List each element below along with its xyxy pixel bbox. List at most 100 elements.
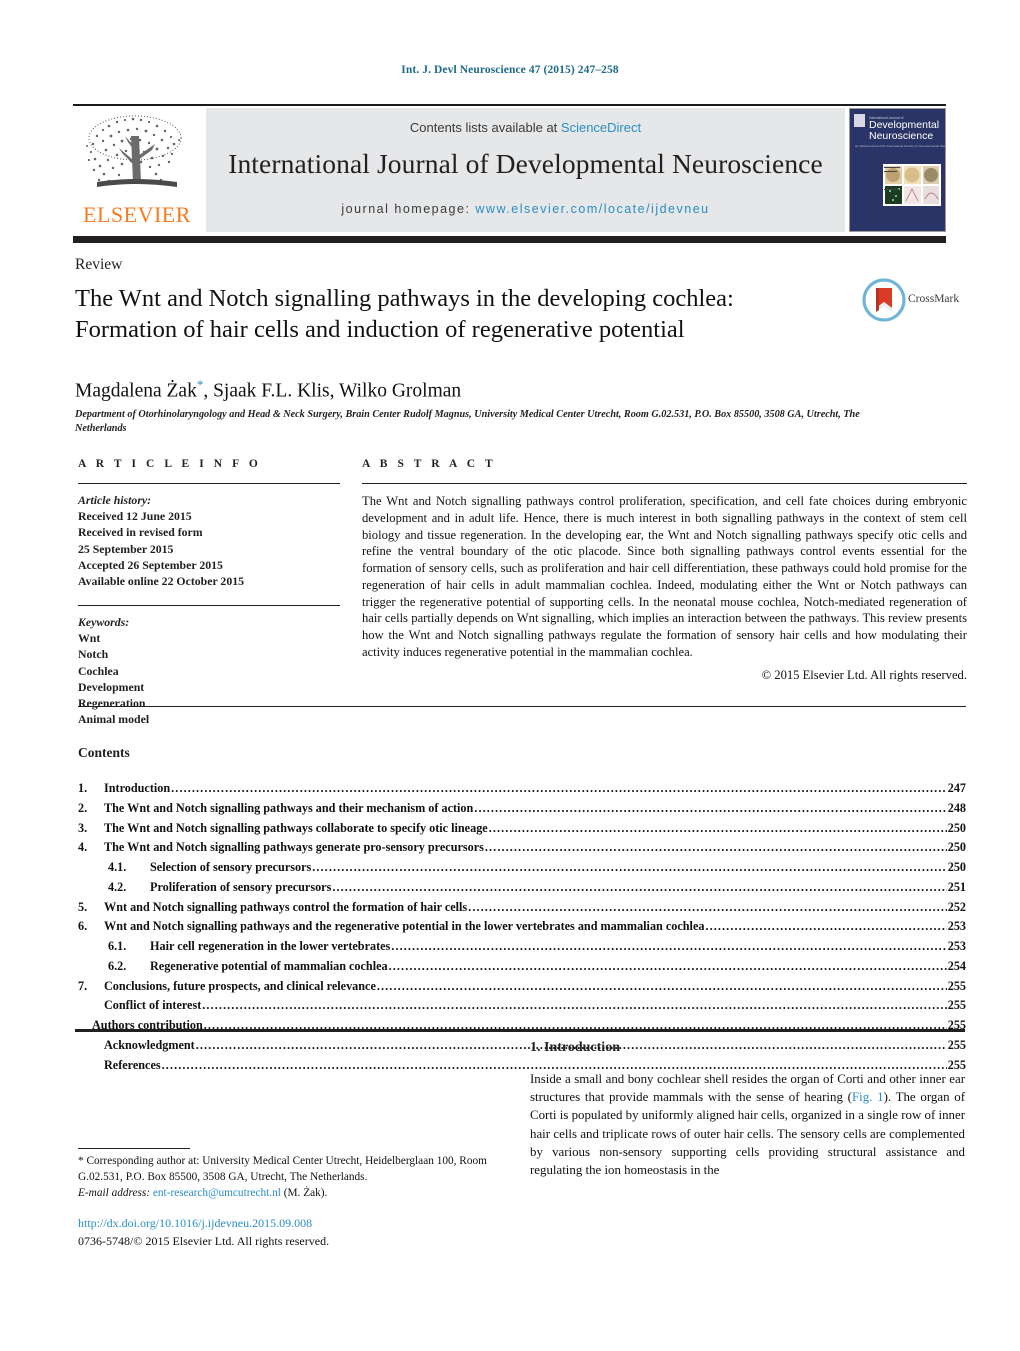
introduction-paragraph: Inside a small and bony cochlear shell r… xyxy=(530,1070,965,1179)
abstract-rule xyxy=(362,483,967,485)
toc-label: The Wnt and Notch signalling pathways co… xyxy=(104,820,488,835)
contents-available-line: Contents lists available at ScienceDirec… xyxy=(206,120,845,135)
toc-page: 251 xyxy=(947,879,966,894)
footnote-rule xyxy=(78,1148,190,1150)
title-line-2: Formation of hair cells and induction of… xyxy=(75,316,685,344)
article-history-label: Article history: xyxy=(78,493,152,508)
toc-page: 247 xyxy=(947,781,966,795)
toc-entry[interactable]: Acknowledgment .........................… xyxy=(78,1036,966,1056)
contents-prefix: Contents lists available at xyxy=(409,120,561,135)
toc-number: 4.2. xyxy=(108,879,127,894)
toc-label: Regenerative potential of mammalian coch… xyxy=(150,958,388,973)
article-type: Review xyxy=(75,256,123,273)
toc-entry[interactable]: 6.1. Hair cell regeneration in the lower… xyxy=(78,937,966,957)
abstract-heading: A B S T R A C T xyxy=(362,458,497,470)
email-link[interactable]: ent-research@umcutrecht.nl xyxy=(153,1187,281,1199)
toc-entry[interactable]: 4.1. Selection of sensory precursors ...… xyxy=(78,858,966,878)
toc-number: 7. xyxy=(78,978,88,993)
toc-leader: ........................................… xyxy=(484,840,947,855)
toc-page: 250 xyxy=(947,840,966,855)
running-head: Int. J. Devl Neuroscience 47 (2015) 247–… xyxy=(401,64,619,76)
toc-page: 254 xyxy=(947,958,966,973)
paper-first-page: Int. J. Devl Neuroscience 47 (2015) 247–… xyxy=(0,0,1020,1351)
toc-entry[interactable]: Conflict of interest ...................… xyxy=(78,996,966,1016)
svg-text:Neuroscience: Neuroscience xyxy=(869,130,933,142)
toc-page: 253 xyxy=(947,939,966,954)
toc-leader: ........................................… xyxy=(332,879,947,894)
toc-label: Authors contribution xyxy=(92,1018,203,1033)
toc-entry[interactable]: 5. Wnt and Notch signalling pathways con… xyxy=(78,898,966,918)
toc-leader: ........................................… xyxy=(202,998,947,1013)
toc-label: Selection of sensory precursors xyxy=(150,860,312,875)
toc-entry[interactable]: 3. The Wnt and Notch signalling pathways… xyxy=(78,819,966,839)
title-line-1: The Wnt and Notch signalling pathways in… xyxy=(75,285,734,312)
keyword-item: Regeneration xyxy=(78,695,146,710)
toc-label: Conclusions, future prospects, and clini… xyxy=(104,978,376,993)
keywords-block: Keywords: Wnt Notch Cochlea Development … xyxy=(78,614,340,727)
history-item: Received in revised form xyxy=(78,525,203,540)
toc-label: The Wnt and Notch signalling pathways an… xyxy=(104,800,474,815)
toc-label: Wnt and Notch signalling pathways contro… xyxy=(104,899,468,914)
toc-entry[interactable]: 6.2. Regenerative potential of mammalian… xyxy=(78,957,966,977)
keywords-rule xyxy=(78,605,340,607)
toc-page: 255 xyxy=(947,978,966,993)
toc-entry[interactable]: 1. Introduction ........................… xyxy=(78,779,966,799)
toc-entry[interactable]: 4. The Wnt and Notch signalling pathways… xyxy=(78,838,966,858)
doi-link[interactable]: http://dx.doi.org/10.1016/j.ijdevneu.201… xyxy=(78,1215,530,1233)
crossmark-badge[interactable]: CrossMark xyxy=(862,278,966,328)
article-info-heading: A R T I C L E I N F O xyxy=(78,458,262,470)
toc-entry[interactable]: 2. The Wnt and Notch signalling pathways… xyxy=(78,799,966,819)
toc-number: 3. xyxy=(78,820,88,835)
crossmark-icon xyxy=(862,278,906,322)
page-title: The Wnt and Notch signalling pathways in… xyxy=(75,283,835,346)
svg-text:an official journal of the Int: an official journal of the International… xyxy=(855,144,945,148)
toc-page: 252 xyxy=(947,899,966,914)
article-history: Article history: Received 12 June 2015 R… xyxy=(78,492,340,589)
toc-leader: ........................................… xyxy=(388,958,947,973)
abstract-copyright: © 2015 Elsevier Ltd. All rights reserved… xyxy=(761,668,967,683)
toc-label: Proliferation of sensory precursors xyxy=(150,879,332,894)
keyword-item: Notch xyxy=(78,647,109,662)
toc-label: Conflict of interest xyxy=(104,998,202,1013)
toc-label: Wnt and Notch signalling pathways and th… xyxy=(104,919,705,934)
toc-number: 6.1. xyxy=(108,939,127,954)
toc-label: Hair cell regeneration in the lower vert… xyxy=(150,939,391,954)
sciencedirect-link[interactable]: ScienceDirect xyxy=(561,120,641,135)
keywords-label: Keywords: xyxy=(78,615,130,630)
journal-cover-thumbnail: International Journal of Developmental N… xyxy=(849,108,946,232)
toc-entry[interactable]: 7. Conclusions, future prospects, and cl… xyxy=(78,977,966,997)
toc-leader: ........................................… xyxy=(391,939,947,954)
toc-page: 250 xyxy=(947,860,966,875)
figure-link[interactable]: Fig. 1 xyxy=(852,1090,884,1104)
keyword-item: Wnt xyxy=(78,631,101,646)
journal-title: International Journal of Developmental N… xyxy=(228,148,823,179)
article-info-rule xyxy=(78,483,340,485)
toc-leader: ........................................… xyxy=(312,860,947,875)
toc-page: 250 xyxy=(947,820,966,835)
history-item: Accepted 26 September 2015 xyxy=(78,557,223,572)
doi-block: http://dx.doi.org/10.1016/j.ijdevneu.201… xyxy=(78,1215,530,1251)
footnote-text: Corresponding author at: University Medi… xyxy=(78,1155,487,1183)
corresponding-author-footnote: * Corresponding author at: University Me… xyxy=(78,1154,530,1201)
author-first: Magdalena Żak xyxy=(75,380,197,402)
author-affiliation: Department of Otorhinolaryngology and He… xyxy=(75,409,860,435)
toc-number: 6.2. xyxy=(108,958,127,973)
abstract-bottom-rule xyxy=(78,706,966,708)
homepage-prefix: journal homepage: xyxy=(341,202,476,216)
authors-remaining: , Sjaak F.L. Klis, Wilko Grolman xyxy=(203,380,462,402)
toc-entry[interactable]: Authors contribution ...................… xyxy=(78,1016,966,1036)
toc-leader: ........................................… xyxy=(468,899,947,914)
toc-number: 4.1. xyxy=(108,860,127,875)
toc-leader: ........................................… xyxy=(171,781,947,795)
masthead-band: Contents lists available at ScienceDirec… xyxy=(206,108,845,232)
contents-bottom-rule xyxy=(75,1029,965,1032)
abstract-text: The Wnt and Notch signalling pathways co… xyxy=(362,494,967,659)
toc-number: 5. xyxy=(78,899,88,914)
crossmark-label: CrossMark xyxy=(908,293,960,305)
toc-entry[interactable]: 4.2. Proliferation of sensory precursors… xyxy=(78,878,966,898)
toc-entry[interactable]: 6. Wnt and Notch signalling pathways and… xyxy=(78,917,966,937)
homepage-link[interactable]: www.elsevier.com/locate/ijdevneu xyxy=(475,202,709,216)
section-heading-introduction: 1. Introduction xyxy=(530,1040,620,1055)
toc-leader: ........................................… xyxy=(488,820,947,835)
keyword-item: Cochlea xyxy=(78,663,119,678)
